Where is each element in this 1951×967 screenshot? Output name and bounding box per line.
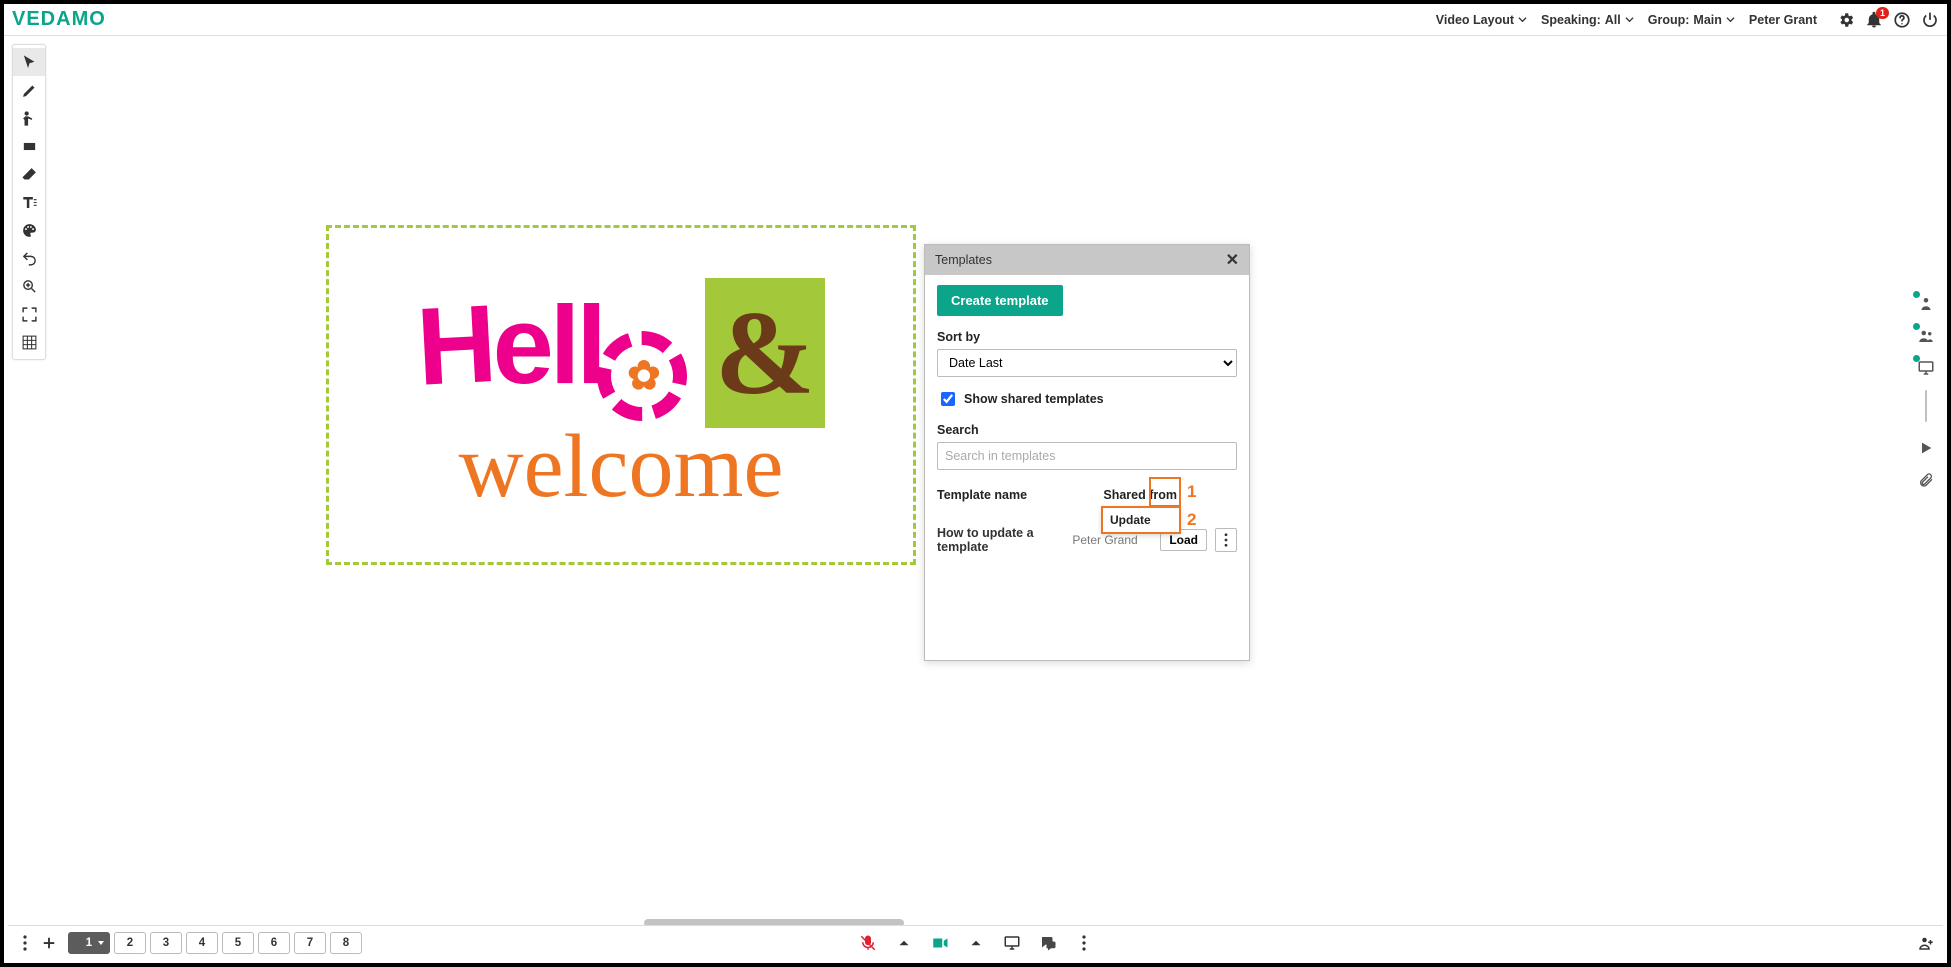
bottombar: 1 2 3 4 5 6 7 8 <box>8 925 1943 959</box>
templates-panel: Templates ✕ Create template Sort by Date… <box>924 244 1250 661</box>
group-label: Group: <box>1648 13 1690 27</box>
bottombar-center <box>859 934 1093 952</box>
active-dot-icon <box>1913 323 1920 330</box>
group-value: Main <box>1693 13 1721 27</box>
color-tool[interactable] <box>13 216 45 244</box>
video-layout-dropdown[interactable]: Video Layout <box>1436 13 1527 27</box>
close-icon[interactable]: ✕ <box>1226 250 1239 270</box>
right-toolbar <box>1913 294 1939 490</box>
search-label: Search <box>937 423 1237 437</box>
speaking-label: Speaking: <box>1541 13 1601 27</box>
active-dot-icon <box>1913 355 1920 362</box>
user-name: Peter Grant <box>1749 13 1817 27</box>
more-options-button[interactable] <box>1215 528 1237 552</box>
presenter-tool[interactable] <box>13 104 45 132</box>
canvas-art: Hell✿ & welcome <box>329 278 913 512</box>
collapse-up-icon[interactable] <box>967 934 985 952</box>
more-options-icon[interactable] <box>16 934 34 952</box>
page-tab-1[interactable]: 1 <box>68 932 110 954</box>
caret-down-icon <box>1625 13 1634 27</box>
settings-icon[interactable] <box>1837 11 1855 29</box>
active-dot-icon <box>1913 291 1920 298</box>
page-tabs: 1 2 3 4 5 6 7 8 <box>68 932 362 954</box>
caret-down-icon <box>1518 13 1527 27</box>
add-page-icon[interactable] <box>40 934 58 952</box>
zoom-tool[interactable] <box>13 272 45 300</box>
participants-icon[interactable] <box>1916 326 1936 346</box>
group-dropdown[interactable]: Group: Main <box>1648 13 1735 27</box>
callout-highlight-1 <box>1149 477 1181 507</box>
template-shared-from: Peter Grand <box>1072 533 1152 547</box>
eraser-tool[interactable] <box>13 160 45 188</box>
bottombar-right <box>1917 934 1935 952</box>
template-name: How to update a template <box>937 526 1064 554</box>
left-toolbar <box>12 44 46 360</box>
pointer-tool[interactable] <box>13 48 45 76</box>
video-layout-label: Video Layout <box>1436 13 1514 27</box>
rectangle-tool[interactable] <box>13 132 45 160</box>
more-icon[interactable] <box>1075 934 1093 952</box>
callout-number-2: 2 <box>1187 510 1196 530</box>
app-frame: VEDAMO Video Layout Speaking: All Group:… <box>0 0 1951 967</box>
ampersand: & <box>715 284 815 422</box>
notifications-badge: 1 <box>1876 7 1889 19</box>
page-tab-4[interactable]: 4 <box>186 932 218 954</box>
grid-tool[interactable] <box>13 328 45 356</box>
page-tab-7[interactable]: 7 <box>294 932 326 954</box>
callout-highlight-2 <box>1101 506 1181 534</box>
brand-logo: VEDAMO <box>12 8 106 31</box>
sort-by-label: Sort by <box>937 330 1237 344</box>
screen-share-icon[interactable] <box>1916 358 1936 378</box>
search-input[interactable] <box>937 442 1237 470</box>
page-tab-5[interactable]: 5 <box>222 932 254 954</box>
fit-screen-tool[interactable] <box>13 300 45 328</box>
chat-icon[interactable] <box>1039 934 1057 952</box>
user-menu[interactable]: Peter Grant <box>1749 13 1817 27</box>
topbar-right: Video Layout Speaking: All Group: Main <box>1436 11 1939 29</box>
page-tab-2[interactable]: 2 <box>114 932 146 954</box>
notifications-icon[interactable]: 1 <box>1865 11 1883 29</box>
presenter-view-icon[interactable] <box>1916 294 1936 314</box>
sort-by-select[interactable]: Date Last <box>937 349 1237 377</box>
caret-down-icon <box>1726 13 1735 27</box>
topbar-actions: 1 <box>1837 11 1939 29</box>
templates-panel-header[interactable]: Templates ✕ <box>925 245 1249 275</box>
power-icon[interactable] <box>1921 11 1939 29</box>
templates-panel-body: Create template Sort by Date Last Show s… <box>925 275 1249 660</box>
right-toolbar-divider <box>1925 390 1927 422</box>
show-shared-label: Show shared templates <box>964 392 1104 406</box>
hello-word: Hell✿ <box>417 291 687 415</box>
callout-number-1: 1 <box>1187 482 1196 502</box>
play-icon[interactable] <box>1916 438 1936 458</box>
ampersand-box: & <box>705 278 825 428</box>
show-shared-row[interactable]: Show shared templates <box>937 389 1237 409</box>
canvas-selection[interactable]: Hell✿ & welcome <box>326 225 916 565</box>
create-template-button[interactable]: Create template <box>937 285 1063 316</box>
show-shared-checkbox[interactable] <box>941 392 955 406</box>
add-participant-icon[interactable] <box>1917 934 1935 952</box>
page-tab-8[interactable]: 8 <box>330 932 362 954</box>
undo-tool[interactable] <box>13 244 45 272</box>
bottombar-left: 1 2 3 4 5 6 7 8 <box>16 932 362 954</box>
pen-tool[interactable] <box>13 76 45 104</box>
page-tab-3[interactable]: 3 <box>150 932 182 954</box>
collapse-up-icon[interactable] <box>895 934 913 952</box>
mic-muted-icon[interactable] <box>859 934 877 952</box>
hello-row: Hell✿ & <box>417 278 825 428</box>
text-tool[interactable] <box>13 188 45 216</box>
attachment-icon[interactable] <box>1916 470 1936 490</box>
col-name name: Template name <box>937 488 1027 502</box>
page-tab-6[interactable]: 6 <box>258 932 290 954</box>
speaking-value: All <box>1605 13 1621 27</box>
topbar: VEDAMO Video Layout Speaking: All Group:… <box>4 4 1947 36</box>
camera-icon[interactable] <box>931 934 949 952</box>
screen-icon[interactable] <box>1003 934 1021 952</box>
speaking-dropdown[interactable]: Speaking: All <box>1541 13 1634 27</box>
welcome-word: welcome <box>459 422 784 512</box>
help-icon[interactable] <box>1893 11 1911 29</box>
flower-icon: ✿ <box>627 356 657 396</box>
templates-panel-title: Templates <box>935 253 992 267</box>
